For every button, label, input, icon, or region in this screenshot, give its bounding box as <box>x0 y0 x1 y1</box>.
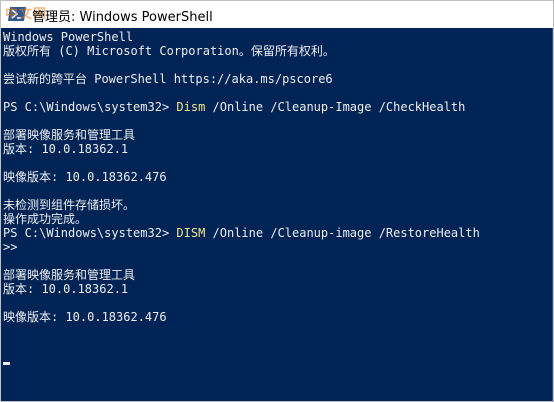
scrollbar[interactable] <box>552 28 553 401</box>
output-line: 版权所有 (C) Microsoft Corporation。保留所有权利。 <box>3 44 335 58</box>
window-title: 管理员: Windows PowerShell <box>32 10 213 25</box>
title-bar[interactable]: 中文网 管理员: Windows PowerShell <box>1 1 553 28</box>
output-line: Windows PowerShell <box>3 30 134 44</box>
cursor-line <box>3 352 553 366</box>
output-line: >> <box>3 240 18 254</box>
command-line: PS C:\Windows\system32> Dism /Online /Cl… <box>3 100 553 114</box>
output-line: 部署映像服务和管理工具 <box>3 128 136 142</box>
output-line: 映像版本: 10.0.18362.476 <box>3 310 167 324</box>
output-line: 部署映像服务和管理工具 <box>3 268 136 282</box>
command-name: Dism <box>176 100 206 114</box>
command-line: PS C:\Windows\system32> DISM /Online /Cl… <box>3 226 553 240</box>
output-line: 未检测到组件存储损坏。 <box>3 198 136 212</box>
output-line: 版本: 10.0.18362.1 <box>3 282 129 296</box>
output-line: 版本: 10.0.18362.1 <box>3 142 129 156</box>
output-line: 映像版本: 10.0.18362.476 <box>3 170 167 184</box>
command-args: /Online /Cleanup-Image /CheckHealth <box>205 100 466 114</box>
powershell-window: 中文网 管理员: Windows PowerShell Windows Powe… <box>0 0 554 402</box>
console-output[interactable]: Windows PowerShell 版权所有 (C) Microsoft Cor… <box>1 28 553 401</box>
output-line: 尝试新的跨平台 PowerShell https://aka.ms/pscore… <box>3 72 333 86</box>
prompt: PS C:\Windows\system32> <box>3 100 177 114</box>
prompt: PS C:\Windows\system32> <box>3 226 177 240</box>
command-args: /Online /Cleanup-image /RestoreHealth <box>205 226 480 240</box>
powershell-icon <box>8 7 26 21</box>
command-name: DISM <box>176 226 206 240</box>
text-cursor <box>3 362 10 365</box>
output-line: 操作成功完成。 <box>3 212 88 226</box>
